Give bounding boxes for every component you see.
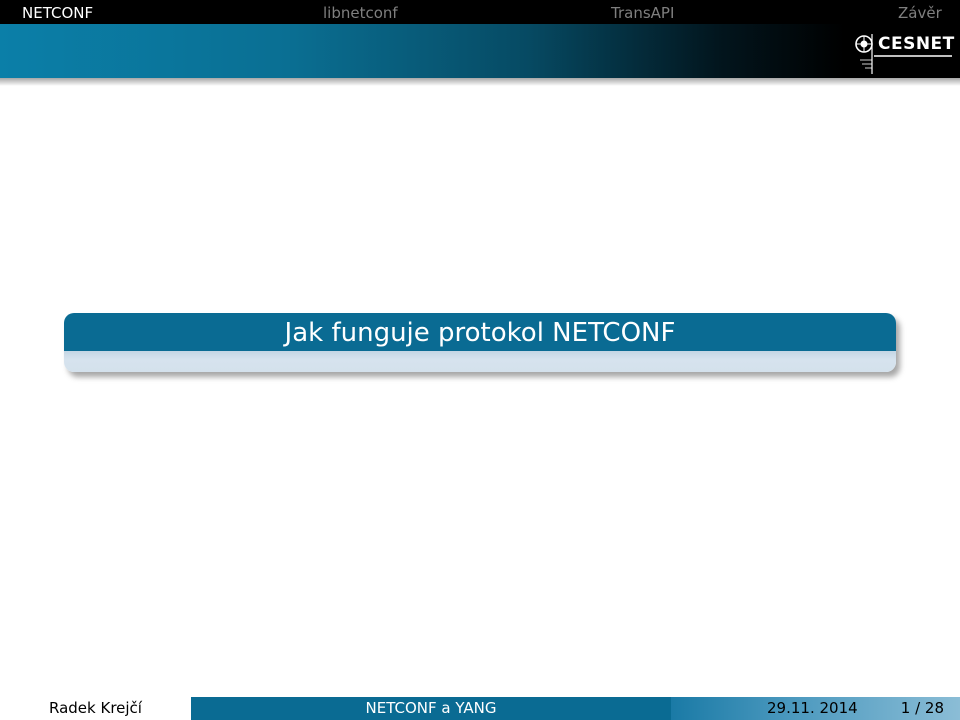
nav-item-libnetconf[interactable]: libnetconf [323,0,398,24]
title-box: Jak funguje protokol NETCONF [64,313,896,372]
nav-item-zaver[interactable]: Závěr [898,0,942,24]
footer-date: 29.11. 2014 [767,699,858,717]
nav-item-netconf[interactable]: NETCONF [22,0,93,24]
header-band [0,24,960,78]
footer-title: NETCONF a YANG [191,697,671,720]
footer-author: Radek Krejčí [0,697,191,720]
footer-page-number: 1 / 28 [900,699,944,717]
footer: Radek Krejčí NETCONF a YANG 29.11. 2014 … [0,697,960,720]
slide-title: Jak funguje protokol NETCONF [64,313,896,351]
section-nav-bar: NETCONF libnetconf TransAPI Závěr [0,0,960,24]
footer-right: 29.11. 2014 1 / 28 [671,697,960,720]
cesnet-logo-text: CESNET [878,34,955,54]
nav-item-transapi[interactable]: TransAPI [611,0,674,24]
cesnet-logo: CESNET [852,30,956,76]
title-box-body [64,351,896,372]
header-shadow [0,78,960,86]
